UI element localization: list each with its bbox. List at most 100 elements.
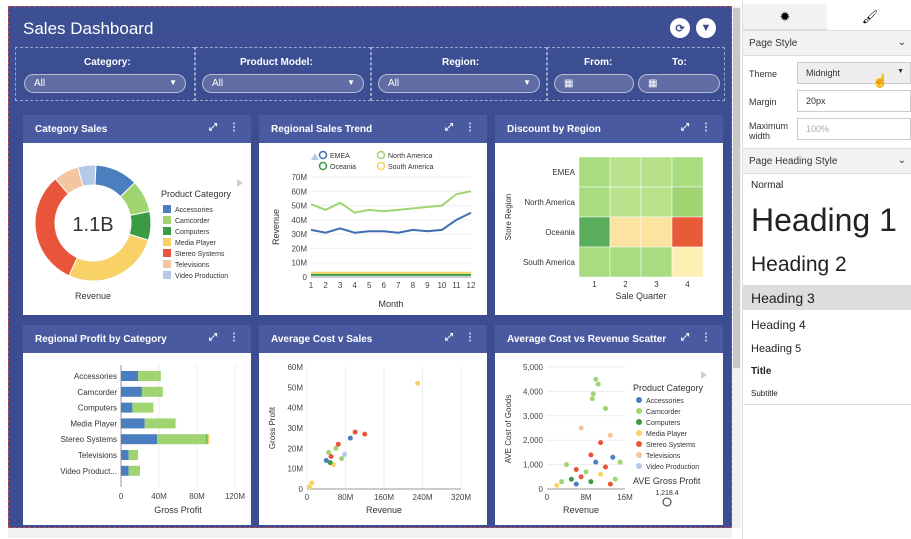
from-date-input[interactable]: ▦ xyxy=(554,74,634,93)
section-title: Page Heading Style xyxy=(749,156,838,167)
expand-icon[interactable]: ⤢ xyxy=(209,122,217,133)
divider xyxy=(743,404,911,405)
col-label: 1 xyxy=(592,280,597,289)
chevron-down-icon: ▼ xyxy=(169,78,177,87)
scrollbar-thumb[interactable] xyxy=(733,8,740,368)
bar-segment xyxy=(121,386,142,397)
heading-option-h1[interactable]: Heading 1 xyxy=(751,202,897,239)
series-line xyxy=(310,211,472,234)
scatter-chart: 0 10M 20M 30M 40M 50M 60M 0 80M 160M 240M 320M Reven… xyxy=(268,363,471,515)
x-tick-label: 2 xyxy=(323,281,328,290)
more-menu-icon[interactable]: ⋮ xyxy=(229,332,239,343)
y-axis-title: Revenue xyxy=(271,209,281,245)
dashboard-canvas: Sales Dashboard ⟳ ▼ Category: All ▼ Produ… xyxy=(8,6,732,528)
theme-label: Theme xyxy=(749,69,778,79)
regional-trend-panel: Regional Sales Trend ⤢ ⋮ 0 10M 20M 30M 40M 50… xyxy=(259,115,487,315)
refresh-button[interactable]: ⟳ xyxy=(670,18,690,38)
expand-icon[interactable]: ⤢ xyxy=(681,122,689,133)
more-menu-icon[interactable]: ⋮ xyxy=(701,332,711,343)
scatter-point xyxy=(309,480,315,486)
product-model-select[interactable]: All ▼ xyxy=(202,74,364,93)
legend-title: Product Category xyxy=(161,189,232,199)
expand-icon[interactable]: ⤢ xyxy=(445,332,453,343)
y-tick-label: 20M xyxy=(291,244,307,253)
tab-settings[interactable]: ✹ xyxy=(743,4,827,30)
stacked-bar-chart: 0 40M 80M 120M Accessories Camcorder Computers… xyxy=(60,365,245,515)
category-label: Computers xyxy=(78,404,117,413)
series-line xyxy=(310,190,472,214)
expand-icon[interactable]: ⤢ xyxy=(681,332,689,343)
x-tick-label: 16M xyxy=(617,493,633,502)
margin-input[interactable]: 20px xyxy=(797,90,911,112)
legend-marker xyxy=(636,452,642,458)
more-menu-icon[interactable]: ⋮ xyxy=(465,332,475,343)
to-label: To: xyxy=(672,57,687,68)
x-tick-label: 1 xyxy=(309,281,314,290)
cursor-icon: ☝ xyxy=(872,73,889,88)
more-menu-icon[interactable]: ⋮ xyxy=(465,122,475,133)
bar-segment xyxy=(206,434,208,445)
y-tick-label: 60M xyxy=(291,187,307,196)
heatmap-cell xyxy=(671,216,704,248)
scatter-point xyxy=(328,453,334,459)
x-tick-label: 0 xyxy=(545,493,550,502)
theme-select[interactable]: Midnight ▼ ☝ xyxy=(797,62,911,88)
heading-option-h5[interactable]: Heading 5 xyxy=(751,343,801,355)
heading-option-h3[interactable]: Heading 3 xyxy=(751,290,815,306)
x-tick-label: 10 xyxy=(437,281,446,290)
vertical-scrollbar[interactable] xyxy=(732,6,741,528)
max-width-placeholder: 100% xyxy=(806,124,830,134)
heading-option-normal[interactable]: Normal xyxy=(751,180,783,191)
max-width-input[interactable]: 100% xyxy=(797,118,911,140)
y-tick-label: 20M xyxy=(287,444,303,453)
theme-value: Midnight xyxy=(806,68,841,78)
heading-style-header[interactable]: Page Heading Style ⌄ xyxy=(743,148,911,174)
bubble-point xyxy=(573,466,579,472)
filter-button[interactable]: ▼ xyxy=(696,18,716,38)
heading-option-title[interactable]: Title xyxy=(751,366,771,377)
category-select[interactable]: All ▼ xyxy=(24,74,186,93)
x-tick-label: 12 xyxy=(467,281,476,290)
row-label: Oceania xyxy=(545,228,575,237)
y-tick-label: 3,000 xyxy=(523,412,544,421)
panel-header: Average Cost vs Revenue Scatter ⤢ ⋮ xyxy=(495,325,723,353)
to-date-input[interactable]: ▦ xyxy=(638,74,720,93)
legend-title: Product Category xyxy=(633,383,704,393)
bar-segment xyxy=(128,465,140,476)
heatmap-cell xyxy=(609,216,642,248)
category-filter: Category: All ▼ xyxy=(15,47,195,101)
page-style-header[interactable]: Page Style ⌄ xyxy=(743,30,911,56)
bar-segment xyxy=(121,371,139,381)
bar-segment xyxy=(121,402,133,413)
category-label: Category: xyxy=(84,57,131,68)
y-tick-label: 1,000 xyxy=(523,461,544,470)
heatmap-cell xyxy=(671,186,704,218)
heading-option-subtitle[interactable]: Subtitle xyxy=(751,389,778,398)
bar-segment xyxy=(138,371,161,381)
category-sales-panel: Category Sales ⤢ ⋮ 1.1B Revenue Product … xyxy=(23,115,251,315)
scatter-point xyxy=(352,429,358,435)
legend-label: Televisions xyxy=(646,453,681,460)
tab-style[interactable]: 🖌 xyxy=(828,4,911,30)
expand-icon[interactable]: ⤢ xyxy=(445,122,453,133)
heading-option-h2[interactable]: Heading 2 xyxy=(751,253,847,277)
filter-bar: Category: All ▼ Product Model: All ▼ Regio… xyxy=(15,47,725,101)
heading-option-h4[interactable]: Heading 4 xyxy=(751,318,806,332)
legend-label: North America xyxy=(388,153,432,160)
more-menu-icon[interactable]: ⋮ xyxy=(229,122,239,133)
panel-title: Discount by Region xyxy=(507,124,601,135)
legend-marker xyxy=(376,150,386,160)
region-select[interactable]: All ▼ xyxy=(378,74,540,93)
more-menu-icon[interactable]: ⋮ xyxy=(701,122,711,133)
legend-label: Stereo Systems xyxy=(175,251,225,258)
scatter-point xyxy=(327,460,333,466)
x-axis-title: Revenue xyxy=(366,505,402,515)
x-tick-label: 160M xyxy=(374,493,394,502)
heatmap-cell xyxy=(578,156,611,188)
legend-swatch xyxy=(163,238,171,246)
expand-icon[interactable]: ⤢ xyxy=(209,332,217,343)
legend-swatch xyxy=(163,227,171,235)
play-icon[interactable] xyxy=(237,179,243,187)
heatmap-cell xyxy=(578,186,611,218)
horizontal-scrollbar[interactable] xyxy=(8,528,732,538)
